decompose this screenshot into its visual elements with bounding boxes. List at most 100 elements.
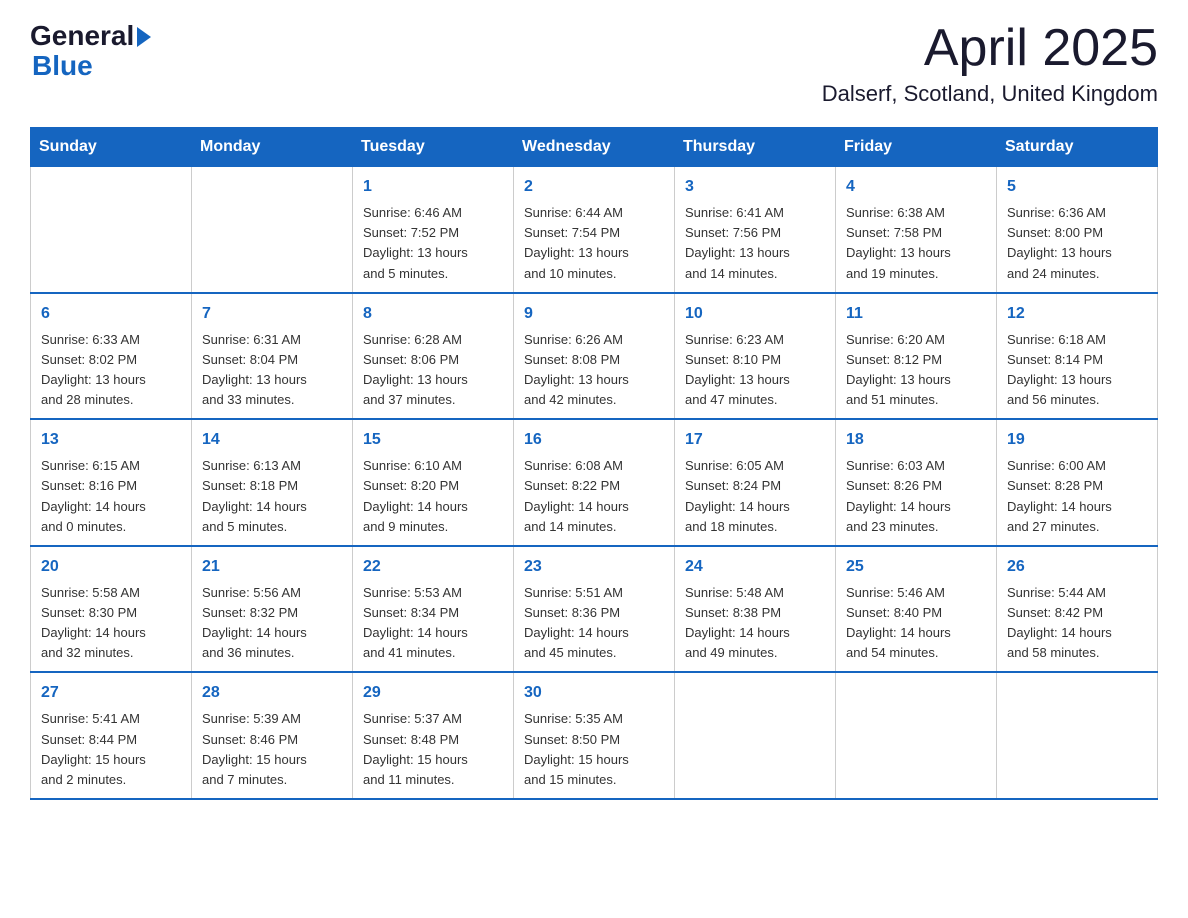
calendar-cell: 3 Sunrise: 6:41 AM Sunset: 7:56 PM Daylig… [675, 167, 836, 293]
day-info: Sunrise: 6:10 AM Sunset: 8:20 PM Dayligh… [363, 456, 503, 537]
calendar-cell: 14 Sunrise: 6:13 AM Sunset: 8:18 PM Dayli… [192, 419, 353, 546]
calendar-cell: 23 Sunrise: 5:51 AM Sunset: 8:36 PM Dayli… [514, 546, 675, 673]
day-number: 25 [846, 555, 986, 579]
day-number: 4 [846, 175, 986, 199]
day-number: 3 [685, 175, 825, 199]
day-info: Sunrise: 6:15 AM Sunset: 8:16 PM Dayligh… [41, 456, 181, 537]
day-info: Sunrise: 5:51 AM Sunset: 8:36 PM Dayligh… [524, 583, 664, 664]
header: General Blue April 2025 Dalserf, Scotlan… [30, 20, 1158, 107]
day-number: 15 [363, 428, 503, 452]
day-number: 19 [1007, 428, 1147, 452]
day-info: Sunrise: 6:33 AM Sunset: 8:02 PM Dayligh… [41, 330, 181, 411]
day-info: Sunrise: 5:46 AM Sunset: 8:40 PM Dayligh… [846, 583, 986, 664]
title-area: April 2025 Dalserf, Scotland, United Kin… [822, 20, 1158, 107]
day-info: Sunrise: 6:03 AM Sunset: 8:26 PM Dayligh… [846, 456, 986, 537]
day-info: Sunrise: 5:53 AM Sunset: 8:34 PM Dayligh… [363, 583, 503, 664]
day-number: 11 [846, 302, 986, 326]
day-info: Sunrise: 6:38 AM Sunset: 7:58 PM Dayligh… [846, 203, 986, 284]
day-info: Sunrise: 6:41 AM Sunset: 7:56 PM Dayligh… [685, 203, 825, 284]
day-number: 6 [41, 302, 181, 326]
day-number: 5 [1007, 175, 1147, 199]
day-number: 22 [363, 555, 503, 579]
day-info: Sunrise: 6:31 AM Sunset: 8:04 PM Dayligh… [202, 330, 342, 411]
calendar-cell: 16 Sunrise: 6:08 AM Sunset: 8:22 PM Dayli… [514, 419, 675, 546]
day-info: Sunrise: 6:23 AM Sunset: 8:10 PM Dayligh… [685, 330, 825, 411]
calendar-cell: 11 Sunrise: 6:20 AM Sunset: 8:12 PM Dayli… [836, 293, 997, 420]
logo-general-text: General [30, 20, 134, 52]
week-row-3: 13Sunrise: 6:15 AM Sunset: 8:16 PM Dayli… [31, 419, 1158, 546]
day-number: 29 [363, 681, 503, 705]
day-number: 20 [41, 555, 181, 579]
day-info: Sunrise: 6:28 AM Sunset: 8:06 PM Dayligh… [363, 330, 503, 411]
calendar-cell: 20Sunrise: 5:58 AM Sunset: 8:30 PM Dayli… [31, 546, 192, 673]
calendar-cell [192, 167, 353, 293]
calendar-cell [997, 672, 1158, 799]
weekday-header-monday: Monday [192, 128, 353, 167]
logo-triangle-icon [137, 27, 151, 47]
calendar-cell: 6 Sunrise: 6:33 AM Sunset: 8:02 PM Daylig… [31, 293, 192, 420]
day-number: 26 [1007, 555, 1147, 579]
weekday-header-tuesday: Tuesday [353, 128, 514, 167]
calendar-cell: 22 Sunrise: 5:53 AM Sunset: 8:34 PM Dayli… [353, 546, 514, 673]
weekday-header-saturday: Saturday [997, 128, 1158, 167]
week-row-4: 20Sunrise: 5:58 AM Sunset: 8:30 PM Dayli… [31, 546, 1158, 673]
calendar-cell: 29 Sunrise: 5:37 AM Sunset: 8:48 PM Dayli… [353, 672, 514, 799]
day-info: Sunrise: 6:00 AM Sunset: 8:28 PM Dayligh… [1007, 456, 1147, 537]
day-number: 18 [846, 428, 986, 452]
calendar-cell: 1 Sunrise: 6:46 AM Sunset: 7:52 PM Daylig… [353, 167, 514, 293]
week-row-2: 6 Sunrise: 6:33 AM Sunset: 8:02 PM Daylig… [31, 293, 1158, 420]
day-info: Sunrise: 6:46 AM Sunset: 7:52 PM Dayligh… [363, 203, 503, 284]
day-info: Sunrise: 6:13 AM Sunset: 8:18 PM Dayligh… [202, 456, 342, 537]
calendar-cell: 30Sunrise: 5:35 AM Sunset: 8:50 PM Dayli… [514, 672, 675, 799]
day-info: Sunrise: 6:44 AM Sunset: 7:54 PM Dayligh… [524, 203, 664, 284]
week-row-1: 1 Sunrise: 6:46 AM Sunset: 7:52 PM Daylig… [31, 167, 1158, 293]
location-title: Dalserf, Scotland, United Kingdom [822, 81, 1158, 107]
day-number: 1 [363, 175, 503, 199]
day-number: 27 [41, 681, 181, 705]
weekday-header-sunday: Sunday [31, 128, 192, 167]
calendar-cell: 8 Sunrise: 6:28 AM Sunset: 8:06 PM Daylig… [353, 293, 514, 420]
logo: General Blue [30, 20, 151, 80]
calendar-cell: 17Sunrise: 6:05 AM Sunset: 8:24 PM Dayli… [675, 419, 836, 546]
day-number: 12 [1007, 302, 1147, 326]
day-number: 9 [524, 302, 664, 326]
calendar-cell: 19 Sunrise: 6:00 AM Sunset: 8:28 PM Dayli… [997, 419, 1158, 546]
day-info: Sunrise: 5:41 AM Sunset: 8:44 PM Dayligh… [41, 709, 181, 790]
day-number: 28 [202, 681, 342, 705]
logo-blue-text: Blue [32, 52, 93, 80]
calendar-cell: 27 Sunrise: 5:41 AM Sunset: 8:44 PM Dayli… [31, 672, 192, 799]
weekday-header-thursday: Thursday [675, 128, 836, 167]
week-row-5: 27 Sunrise: 5:41 AM Sunset: 8:44 PM Dayli… [31, 672, 1158, 799]
day-info: Sunrise: 6:08 AM Sunset: 8:22 PM Dayligh… [524, 456, 664, 537]
calendar-cell: 26 Sunrise: 5:44 AM Sunset: 8:42 PM Dayli… [997, 546, 1158, 673]
calendar-cell: 24 Sunrise: 5:48 AM Sunset: 8:38 PM Dayli… [675, 546, 836, 673]
day-info: Sunrise: 5:48 AM Sunset: 8:38 PM Dayligh… [685, 583, 825, 664]
day-number: 30 [524, 681, 664, 705]
calendar-cell: 18 Sunrise: 6:03 AM Sunset: 8:26 PM Dayli… [836, 419, 997, 546]
calendar-cell: 10 Sunrise: 6:23 AM Sunset: 8:10 PM Dayli… [675, 293, 836, 420]
calendar-cell: 25 Sunrise: 5:46 AM Sunset: 8:40 PM Dayli… [836, 546, 997, 673]
weekday-header-row: SundayMondayTuesdayWednesdayThursdayFrid… [31, 128, 1158, 167]
day-number: 8 [363, 302, 503, 326]
day-number: 16 [524, 428, 664, 452]
day-info: Sunrise: 6:26 AM Sunset: 8:08 PM Dayligh… [524, 330, 664, 411]
day-info: Sunrise: 5:44 AM Sunset: 8:42 PM Dayligh… [1007, 583, 1147, 664]
day-info: Sunrise: 6:36 AM Sunset: 8:00 PM Dayligh… [1007, 203, 1147, 284]
day-number: 23 [524, 555, 664, 579]
day-number: 10 [685, 302, 825, 326]
day-number: 17 [685, 428, 825, 452]
day-number: 14 [202, 428, 342, 452]
day-info: Sunrise: 5:56 AM Sunset: 8:32 PM Dayligh… [202, 583, 342, 664]
calendar-cell: 21Sunrise: 5:56 AM Sunset: 8:32 PM Dayli… [192, 546, 353, 673]
calendar-table: SundayMondayTuesdayWednesdayThursdayFrid… [30, 127, 1158, 800]
calendar-cell: 2Sunrise: 6:44 AM Sunset: 7:54 PM Daylig… [514, 167, 675, 293]
calendar-cell: 12Sunrise: 6:18 AM Sunset: 8:14 PM Dayli… [997, 293, 1158, 420]
calendar-cell: 4 Sunrise: 6:38 AM Sunset: 7:58 PM Daylig… [836, 167, 997, 293]
day-number: 24 [685, 555, 825, 579]
calendar-cell: 5 Sunrise: 6:36 AM Sunset: 8:00 PM Daylig… [997, 167, 1158, 293]
day-info: Sunrise: 5:37 AM Sunset: 8:48 PM Dayligh… [363, 709, 503, 790]
day-info: Sunrise: 6:20 AM Sunset: 8:12 PM Dayligh… [846, 330, 986, 411]
day-info: Sunrise: 5:39 AM Sunset: 8:46 PM Dayligh… [202, 709, 342, 790]
calendar-cell: 13Sunrise: 6:15 AM Sunset: 8:16 PM Dayli… [31, 419, 192, 546]
day-number: 7 [202, 302, 342, 326]
